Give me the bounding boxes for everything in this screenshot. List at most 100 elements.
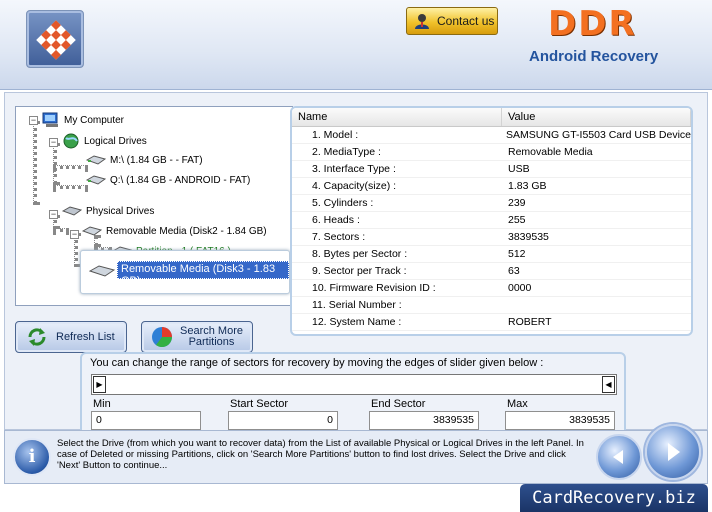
- property-name: 9. Sector per Track :: [312, 265, 407, 277]
- refresh-icon: [28, 328, 46, 346]
- column-header-name[interactable]: Name: [292, 108, 502, 126]
- property-value: 1.83 GB: [508, 180, 547, 192]
- property-value: 255: [508, 214, 526, 226]
- sector-range-slider[interactable]: ▶ ◀: [91, 374, 617, 395]
- property-name: 1. Model :: [312, 129, 359, 141]
- end-sector-field[interactable]: 3839535: [369, 411, 479, 430]
- table-row[interactable]: 2. MediaType : Removable Media: [292, 144, 691, 161]
- tree-label: Physical Drives: [86, 205, 155, 217]
- table-header: Name Value: [292, 108, 691, 127]
- property-value: ROBERT: [508, 316, 552, 328]
- property-value: Removable Media: [508, 146, 593, 158]
- tree-label: Logical Drives: [84, 135, 147, 147]
- table-row[interactable]: 4. Capacity(size) : 1.83 GB: [292, 178, 691, 195]
- tree-item-disk2[interactable]: Removable Media (Disk2 - 1.84 GB): [82, 225, 267, 237]
- arrow-left-icon: [613, 450, 623, 464]
- search-more-partitions-button[interactable]: Search More Partitions: [141, 321, 253, 353]
- collapse-disk2[interactable]: −: [70, 230, 79, 239]
- property-value: 0000: [508, 282, 532, 294]
- property-value: 512: [508, 248, 526, 260]
- back-button[interactable]: [596, 434, 642, 480]
- property-name: 3. Interface Type :: [312, 163, 396, 175]
- property-name: 4. Capacity(size) :: [312, 180, 397, 192]
- slider-end-handle[interactable]: ◀: [602, 376, 615, 393]
- search-more-line2: Partitions: [188, 336, 235, 348]
- removable-drive-icon: [82, 226, 102, 236]
- tree-item-drive-m[interactable]: M:\ (1.84 GB - - FAT): [86, 154, 203, 166]
- person-icon: [415, 14, 429, 29]
- property-name: 8. Bytes per Sector :: [312, 248, 408, 260]
- table-row[interactable]: 7. Sectors : 3839535: [292, 229, 691, 246]
- drive-properties-table: Name Value 1. Model : SAMSUNG GT-I5503 Ca…: [290, 106, 693, 336]
- property-name: 7. Sectors :: [312, 231, 366, 243]
- max-field: 3839535: [505, 411, 615, 430]
- property-value: USB: [508, 163, 530, 175]
- tree-label: Q:\ (1.84 GB - ANDROID - FAT): [110, 174, 251, 186]
- contact-us-label: Contact us: [437, 14, 495, 28]
- tree-item-logical-drives[interactable]: Logical Drives: [62, 133, 147, 149]
- app-logo: [26, 10, 84, 68]
- tree-item-physical-drives[interactable]: Physical Drives: [62, 205, 154, 217]
- hard-drive-icon: [62, 206, 82, 216]
- usb-drive-icon: [86, 155, 106, 165]
- slider-start-handle[interactable]: ▶: [93, 376, 106, 393]
- tree-connector: [33, 121, 37, 205]
- search-more-partitions-label: Search More Partitions: [180, 326, 243, 348]
- min-label: Min: [93, 398, 111, 410]
- tree-label: M:\ (1.84 GB - - FAT): [110, 154, 203, 166]
- property-value: SAMSUNG GT-I5503 Card USB Device: [506, 129, 691, 141]
- tree-connector: [53, 185, 88, 189]
- sector-range-panel: You can change the range of sectors for …: [80, 352, 626, 436]
- tree-label: Removable Media (Disk2 - 1.84 GB): [106, 225, 267, 237]
- property-name: 10. Firmware Revision ID :: [312, 282, 436, 294]
- property-name: 11. Serial Number :: [312, 299, 402, 311]
- table-row[interactable]: 5. Cylinders : 239: [292, 195, 691, 212]
- refresh-list-button[interactable]: Refresh List: [15, 321, 127, 353]
- table-row[interactable]: 8. Bytes per Sector : 512: [292, 246, 691, 263]
- property-value: 239: [508, 197, 526, 209]
- table-row[interactable]: 12. System Name : ROBERT: [292, 314, 691, 331]
- app-window: Contact us DDR Android Recovery − − − −: [0, 0, 712, 512]
- property-name: 2. MediaType :: [312, 146, 381, 158]
- min-field: 0: [91, 411, 201, 430]
- table-row[interactable]: 3. Interface Type : USB: [292, 161, 691, 178]
- table-row[interactable]: 10. Firmware Revision ID : 0000: [292, 280, 691, 297]
- property-name: 6. Heads :: [312, 214, 360, 226]
- start-sector-field[interactable]: 0: [228, 411, 338, 430]
- tree-connector: [53, 228, 69, 232]
- tree-item-disk3[interactable]: Removable Media (Disk3 - 1.83 GB): [80, 250, 290, 294]
- computer-icon: [42, 112, 58, 127]
- column-header-value[interactable]: Value: [502, 108, 691, 126]
- arrow-right-icon: [668, 443, 680, 461]
- collapse-physical-drives[interactable]: −: [49, 210, 58, 219]
- max-label: Max: [507, 398, 528, 410]
- website-banner: CardRecovery.biz: [520, 484, 708, 512]
- collapse-logical-drives[interactable]: −: [49, 138, 58, 147]
- property-value: 63: [508, 265, 520, 277]
- property-name: 12. System Name :: [312, 316, 402, 328]
- table-row[interactable]: 11. Serial Number :: [292, 297, 691, 314]
- table-row[interactable]: 1. Model : SAMSUNG GT-I5503 Card USB Devi…: [292, 127, 691, 144]
- tree-label: My Computer: [64, 114, 125, 126]
- header: Contact us DDR Android Recovery: [0, 0, 712, 90]
- table-body: 1. Model : SAMSUNG GT-I5503 Card USB Devi…: [292, 127, 691, 331]
- tree-item-my-computer[interactable]: My Computer: [42, 112, 124, 128]
- table-row[interactable]: 6. Heads : 255: [292, 212, 691, 229]
- range-instructions: You can change the range of sectors for …: [90, 357, 544, 369]
- tree-connector: [53, 165, 88, 169]
- property-name: 5. Cylinders :: [312, 197, 374, 209]
- tree-label-selected: Removable Media (Disk3 - 1.83 GB): [117, 261, 289, 287]
- removable-drive-icon: [89, 265, 115, 277]
- help-text: Select the Drive (from which you want to…: [57, 438, 584, 471]
- contact-us-button[interactable]: Contact us: [406, 7, 498, 35]
- tree-item-drive-q[interactable]: Q:\ (1.84 GB - ANDROID - FAT): [86, 174, 250, 186]
- end-sector-label: End Sector: [371, 398, 426, 410]
- table-row[interactable]: 9. Sector per Track : 63: [292, 263, 691, 280]
- property-value: 3839535: [508, 231, 549, 243]
- info-icon: i: [13, 438, 51, 476]
- next-button[interactable]: [645, 424, 701, 480]
- usb-drive-icon: [86, 175, 106, 185]
- brand-name: DDR: [548, 4, 637, 44]
- collapse-my-computer[interactable]: −: [29, 116, 38, 125]
- start-sector-label: Start Sector: [230, 398, 289, 410]
